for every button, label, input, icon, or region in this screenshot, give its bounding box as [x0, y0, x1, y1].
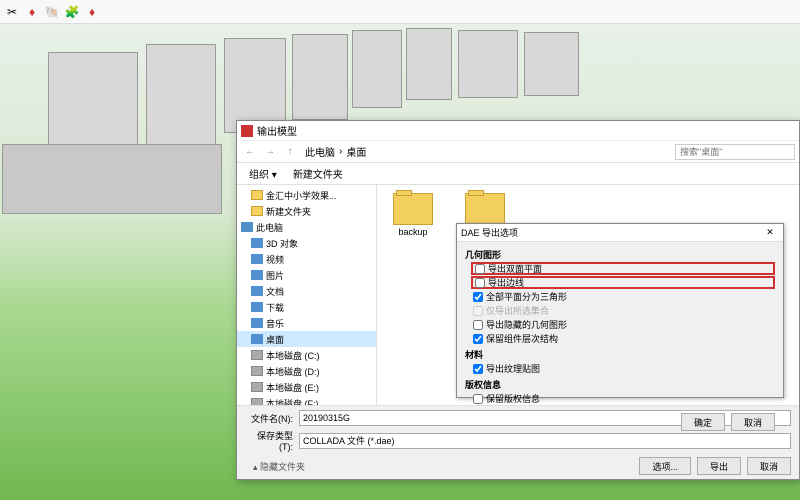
- blue-icon: [251, 254, 263, 264]
- new-folder-button[interactable]: 新建文件夹: [289, 164, 347, 183]
- tree-item[interactable]: 新建文件夹: [237, 203, 376, 219]
- disk-icon: [251, 350, 263, 360]
- filename-label: 文件名(N):: [245, 412, 293, 425]
- tree-item[interactable]: 图片: [237, 267, 376, 283]
- breadcrumb-desktop: 桌面: [346, 144, 366, 159]
- blue-icon: [251, 286, 263, 296]
- options-title: DAE 导出选项: [461, 226, 518, 239]
- nav-up-icon[interactable]: ↑: [281, 144, 299, 160]
- folder-item[interactable]: backup: [385, 193, 441, 237]
- blue-icon: [251, 270, 263, 280]
- disk-icon: [251, 366, 263, 376]
- filetype-label: 保存类型(T):: [245, 429, 293, 452]
- nav-back-icon[interactable]: ←: [241, 144, 259, 160]
- tree-item[interactable]: 本地磁盘 (C:): [237, 347, 376, 363]
- tree-label: 桌面: [266, 333, 284, 346]
- tool-shell-icon[interactable]: 🐚: [44, 4, 60, 20]
- breadcrumb[interactable]: 此电脑 › 桌面: [301, 144, 673, 159]
- tool-gem-icon[interactable]: ♦: [84, 4, 100, 20]
- check-only-selected: 仅导出所选集合: [465, 304, 775, 317]
- folder-icon: [465, 193, 505, 225]
- close-icon[interactable]: ✕: [761, 226, 779, 240]
- export-button[interactable]: 导出: [697, 457, 741, 475]
- tool-diamond-icon[interactable]: ♦: [24, 4, 40, 20]
- tree-label: 本地磁盘 (F:): [266, 397, 319, 406]
- check-hidden[interactable]: 导出隐藏的几何图形: [465, 318, 775, 331]
- section-materials: 材料: [465, 348, 775, 361]
- dae-options-dialog: DAE 导出选项 ✕ 几何图形 导出双面平面 导出边线 全部平面分为三角形 仅导…: [456, 223, 784, 398]
- folder-label: backup: [398, 227, 427, 237]
- tree-item[interactable]: 本地磁盘 (E:): [237, 379, 376, 395]
- section-copyright: 版权信息: [465, 378, 775, 391]
- check-preserve-credit[interactable]: 保留版权信息: [465, 392, 775, 405]
- search-input[interactable]: [675, 144, 795, 160]
- tool-scissors-icon[interactable]: ✂: [4, 4, 20, 20]
- tree-item[interactable]: 音乐: [237, 315, 376, 331]
- tree-label: 新建文件夹: [266, 205, 311, 218]
- options-titlebar[interactable]: DAE 导出选项 ✕: [457, 224, 783, 242]
- tree-item[interactable]: 视频: [237, 251, 376, 267]
- tree-label: 下载: [266, 301, 284, 314]
- section-geometry: 几何图形: [465, 248, 775, 261]
- tree-label: 金汇中小学效果...: [266, 189, 337, 202]
- disk-icon: [251, 382, 263, 392]
- check-edges[interactable]: 导出边线: [471, 276, 775, 289]
- blue-icon: [251, 302, 263, 312]
- tree-item[interactable]: 金汇中小学效果...: [237, 187, 376, 203]
- check-texture-maps[interactable]: 导出纹理贴图: [465, 362, 775, 375]
- tree-label: 音乐: [266, 317, 284, 330]
- tree-item[interactable]: 桌面: [237, 331, 376, 347]
- check-two-faces[interactable]: 导出双面平面: [471, 262, 775, 275]
- options-ok-button[interactable]: 确定: [681, 413, 725, 431]
- nav-bar: ← → ↑ 此电脑 › 桌面: [237, 141, 799, 163]
- hide-folders-toggle[interactable]: ▴ 隐藏文件夹: [245, 458, 305, 473]
- tree-label: 文档: [266, 285, 284, 298]
- disk-icon: [251, 398, 263, 405]
- export-titlebar[interactable]: 输出模型: [237, 121, 799, 141]
- export-title: 输出模型: [257, 123, 297, 138]
- blue-icon: [251, 334, 263, 344]
- blue-icon: [251, 238, 263, 248]
- pc-icon: [241, 222, 253, 232]
- tree-label: 图片: [266, 269, 284, 282]
- tree-label: 本地磁盘 (C:): [266, 349, 320, 362]
- main-toolbar: ✂ ♦ 🐚 🧩 ♦: [0, 0, 800, 24]
- tree-item[interactable]: 下载: [237, 299, 376, 315]
- sketchup-icon: [241, 125, 253, 137]
- tree-item[interactable]: 本地磁盘 (D:): [237, 363, 376, 379]
- blue-icon: [251, 318, 263, 328]
- options-button[interactable]: 选项...: [639, 457, 691, 475]
- tree-item[interactable]: 本地磁盘 (F:): [237, 395, 376, 405]
- tree-label: 3D 对象: [266, 237, 298, 250]
- tree-label: 视频: [266, 253, 284, 266]
- folder-tree[interactable]: 金汇中小学效果... 新建文件夹此电脑 3D 对象视频图片文档下载音乐桌面本地磁盘 …: [237, 185, 377, 405]
- tool-puzzle-icon[interactable]: 🧩: [64, 4, 80, 20]
- organize-button[interactable]: 组织 ▾: [245, 164, 281, 183]
- folder-icon: [251, 190, 263, 200]
- folder-icon: [251, 206, 263, 216]
- tree-label: 此电脑: [256, 221, 283, 234]
- tree-label: 本地磁盘 (D:): [266, 365, 320, 378]
- dialog-toolbar: 组织 ▾ 新建文件夹: [237, 163, 799, 185]
- tree-item[interactable]: 文档: [237, 283, 376, 299]
- check-hierarchy[interactable]: 保留组件层次结构: [465, 332, 775, 345]
- check-triangulate[interactable]: 全部平面分为三角形: [465, 290, 775, 303]
- nav-fwd-icon[interactable]: →: [261, 144, 279, 160]
- folder-icon: [393, 193, 433, 225]
- cancel-button[interactable]: 取消: [747, 457, 791, 475]
- tree-label: 本地磁盘 (E:): [266, 381, 319, 394]
- tree-item[interactable]: 此电脑: [237, 219, 376, 235]
- tree-item[interactable]: 3D 对象: [237, 235, 376, 251]
- breadcrumb-pc: 此电脑: [305, 144, 335, 159]
- options-cancel-button[interactable]: 取消: [731, 413, 775, 431]
